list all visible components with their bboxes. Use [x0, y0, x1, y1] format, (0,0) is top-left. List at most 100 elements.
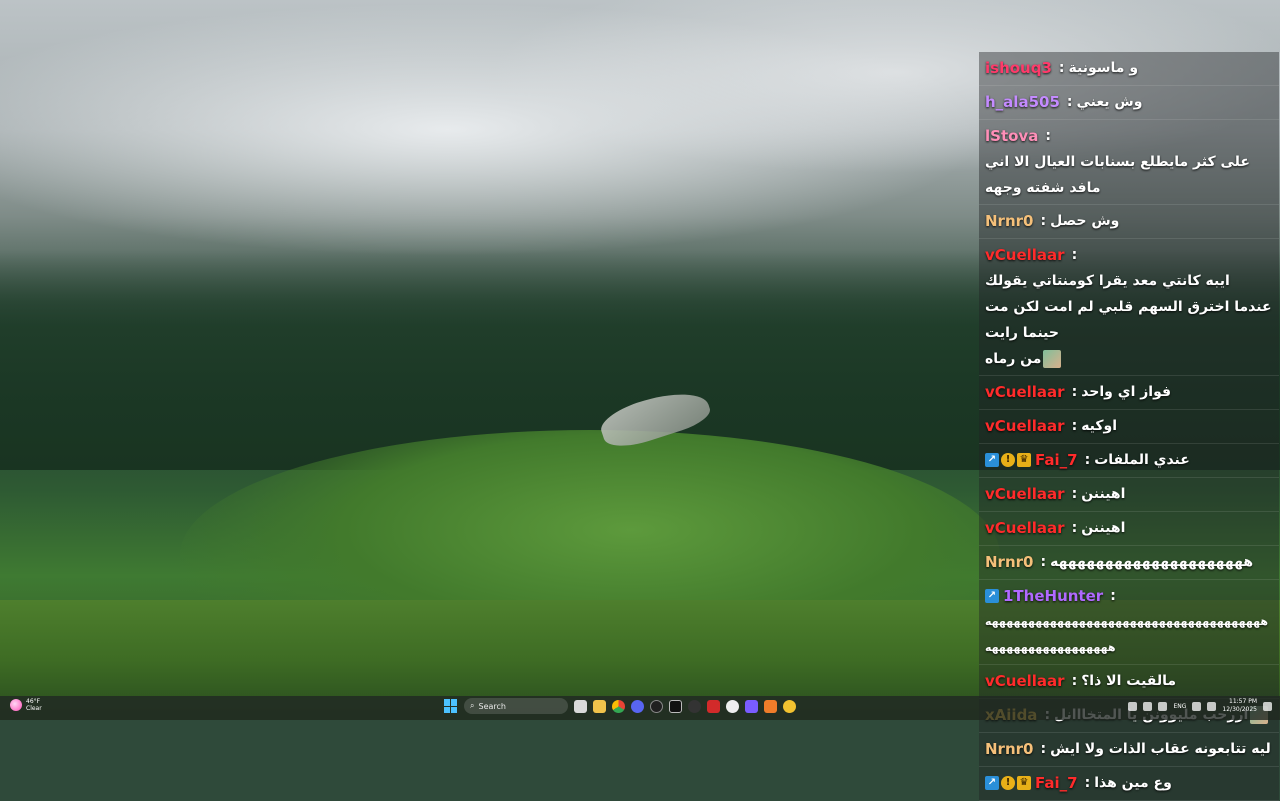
clock-time: 11:57 PM: [1229, 698, 1257, 705]
chat-message: h_ala505 : وش يعني: [979, 86, 1279, 120]
discord-icon[interactable]: [631, 699, 644, 713]
chat-separator: :: [1084, 775, 1091, 791]
chat-text-line: مافد شفته وجهه: [985, 180, 1101, 196]
chat-text-line: من رماه: [985, 346, 1273, 372]
chat-username: lStova: [985, 127, 1039, 145]
weather-desc: Clear: [26, 705, 42, 712]
app-icon[interactable]: [669, 699, 682, 713]
chat-message: Nrnr0 : هههههههههههههههههههههه: [979, 546, 1279, 580]
language-indicator[interactable]: ENG: [1173, 703, 1186, 710]
app-icon[interactable]: [650, 699, 663, 713]
chat-text-line: هههههههههههههههههه: [985, 641, 1117, 654]
chat-text: اهيننن: [1081, 486, 1126, 502]
coin-badge-icon: !: [1001, 776, 1015, 790]
chat-text: ايبه كانتي معد يقرا كومنتاتي يقولك: [985, 273, 1230, 289]
tray-icon[interactable]: [1143, 701, 1153, 711]
taskbar-apps: ⌕ Search: [444, 698, 796, 714]
tray-icon[interactable]: [1128, 701, 1138, 711]
chat-text: عندي الملفات: [1094, 452, 1190, 468]
chat-separator: :: [1071, 520, 1078, 536]
chat-username: 1TheHunter: [1003, 587, 1104, 605]
file-explorer-icon[interactable]: [593, 699, 606, 713]
chat-username: vCuellaar: [985, 383, 1065, 401]
network-icon[interactable]: [1192, 701, 1202, 711]
crown-badge-icon: ♛: [1017, 776, 1031, 790]
chat-text-fragment: من رماه: [985, 351, 1042, 367]
crown-badge-icon: ♛: [1017, 453, 1031, 467]
coin-badge-icon: !: [1001, 453, 1015, 467]
chat-separator: :: [1071, 486, 1078, 502]
chat-text-line: عندما اخترق السهم قلبي لم امت لكن مت حين…: [985, 299, 1272, 341]
chat-message: Nrnr0 : وش حصل: [979, 205, 1279, 239]
weather-widget[interactable]: 46°F Clear: [10, 698, 42, 712]
chat-badges: ↗ ! ♛: [985, 776, 1031, 790]
prime-badge-icon: ↗: [985, 589, 999, 603]
clock-date: 12/30/2025: [1222, 706, 1257, 713]
chat-username: Nrnr0: [985, 553, 1034, 571]
app-icon[interactable]: [688, 699, 701, 713]
search-placeholder: Search: [478, 701, 506, 711]
chat-message: ↗ 1TheHunter : ههههههههههههههههههههههههه…: [979, 580, 1279, 665]
chat-username: ishouq3: [985, 59, 1052, 77]
chat-overlay: ishouq3 : و ماسونية h_ala505 : وش يعني l…: [979, 52, 1279, 801]
chat-text: ليه تتابعونه عقاب الذات ولا ايش: [1050, 741, 1271, 757]
chat-message: vCuellaar : ايبه كانتي معد يقرا كومنتاتي…: [979, 239, 1279, 376]
prime-badge-icon: ↗: [985, 776, 999, 790]
chat-message: lStova : على كثر مايطلع بسنابات العيال ا…: [979, 120, 1279, 205]
weather-text: 46°F Clear: [26, 698, 42, 712]
chat-username: Nrnr0: [985, 212, 1034, 230]
chat-text: مالقيت الا ذا؟: [1081, 673, 1177, 689]
chat-text-line: ههههههههههههههههههههههههههههههههههههههه: [985, 615, 1269, 628]
chat-separator: :: [1071, 247, 1078, 263]
chat-message: vCuellaar : اهيننن: [979, 478, 1279, 512]
chat-username: Nrnr0: [985, 740, 1034, 758]
chat-separator: :: [1110, 588, 1116, 604]
chat-separator: :: [1071, 673, 1078, 689]
chat-message: ishouq3 : و ماسونية: [979, 52, 1279, 86]
app-icon[interactable]: [783, 699, 796, 713]
chat-message: vCuellaar : فواز اي واحد: [979, 376, 1279, 410]
chat-separator: :: [1071, 418, 1078, 434]
chat-separator: :: [1045, 128, 1051, 144]
chat-username: h_ala505: [985, 93, 1060, 111]
chat-separator: :: [1084, 452, 1091, 468]
chat-badges: ↗: [985, 589, 999, 603]
weather-temp: 46°F: [26, 698, 41, 705]
chat-username: vCuellaar: [985, 417, 1065, 435]
chat-username: vCuellaar: [985, 672, 1065, 690]
task-view-icon[interactable]: [574, 699, 587, 713]
clock[interactable]: 11:57 PM 12/30/2025: [1222, 698, 1257, 714]
chat-badges: ↗ ! ♛: [985, 453, 1031, 467]
chat-text: فواز اي واحد: [1081, 384, 1172, 400]
chat-text: هههههههههههههههههههههه: [1050, 554, 1254, 570]
app-icon[interactable]: [707, 699, 720, 713]
chat-text: على كثر مايطلع بسنابات العيال الا اني: [985, 154, 1250, 170]
chat-username: vCuellaar: [985, 246, 1065, 264]
chat-text: اهيننن: [1081, 520, 1126, 536]
chat-username: vCuellaar: [985, 485, 1065, 503]
chat-separator: :: [1058, 60, 1065, 76]
app-icon[interactable]: [764, 699, 777, 713]
windows-start-icon[interactable]: [444, 699, 458, 713]
search-icon: ⌕: [470, 701, 475, 710]
tray-icon[interactable]: [1158, 701, 1168, 711]
chrome-icon[interactable]: [612, 699, 625, 713]
chat-username: Fai_7: [1035, 774, 1078, 792]
taskbar: 46°F Clear ⌕ Search ENG 11:57 PM 12/30/2…: [0, 696, 1280, 720]
chat-separator: :: [1040, 554, 1047, 570]
emote-icon: [1043, 350, 1062, 368]
weather-icon: [10, 699, 22, 711]
taskbar-search[interactable]: ⌕ Search: [464, 698, 568, 714]
notification-icon[interactable]: [1263, 701, 1272, 711]
app-icon[interactable]: [726, 699, 739, 713]
chat-message: Nrnr0 : ليه تتابعونه عقاب الذات ولا ايش: [979, 733, 1279, 767]
chat-message: ↗ ! ♛ Fai_7 : عندي الملفات: [979, 444, 1279, 478]
volume-icon[interactable]: [1207, 701, 1217, 711]
chat-text: وش حصل: [1050, 213, 1120, 229]
prime-badge-icon: ↗: [985, 453, 999, 467]
chat-text: اوكيه: [1081, 418, 1118, 434]
chat-text: وش يعني: [1076, 94, 1143, 110]
chat-text: وع مين هذا: [1094, 775, 1172, 791]
app-icon[interactable]: [745, 699, 758, 713]
chat-message: ↗ ! ♛ Fai_7 : وع مين هذا: [979, 767, 1279, 801]
